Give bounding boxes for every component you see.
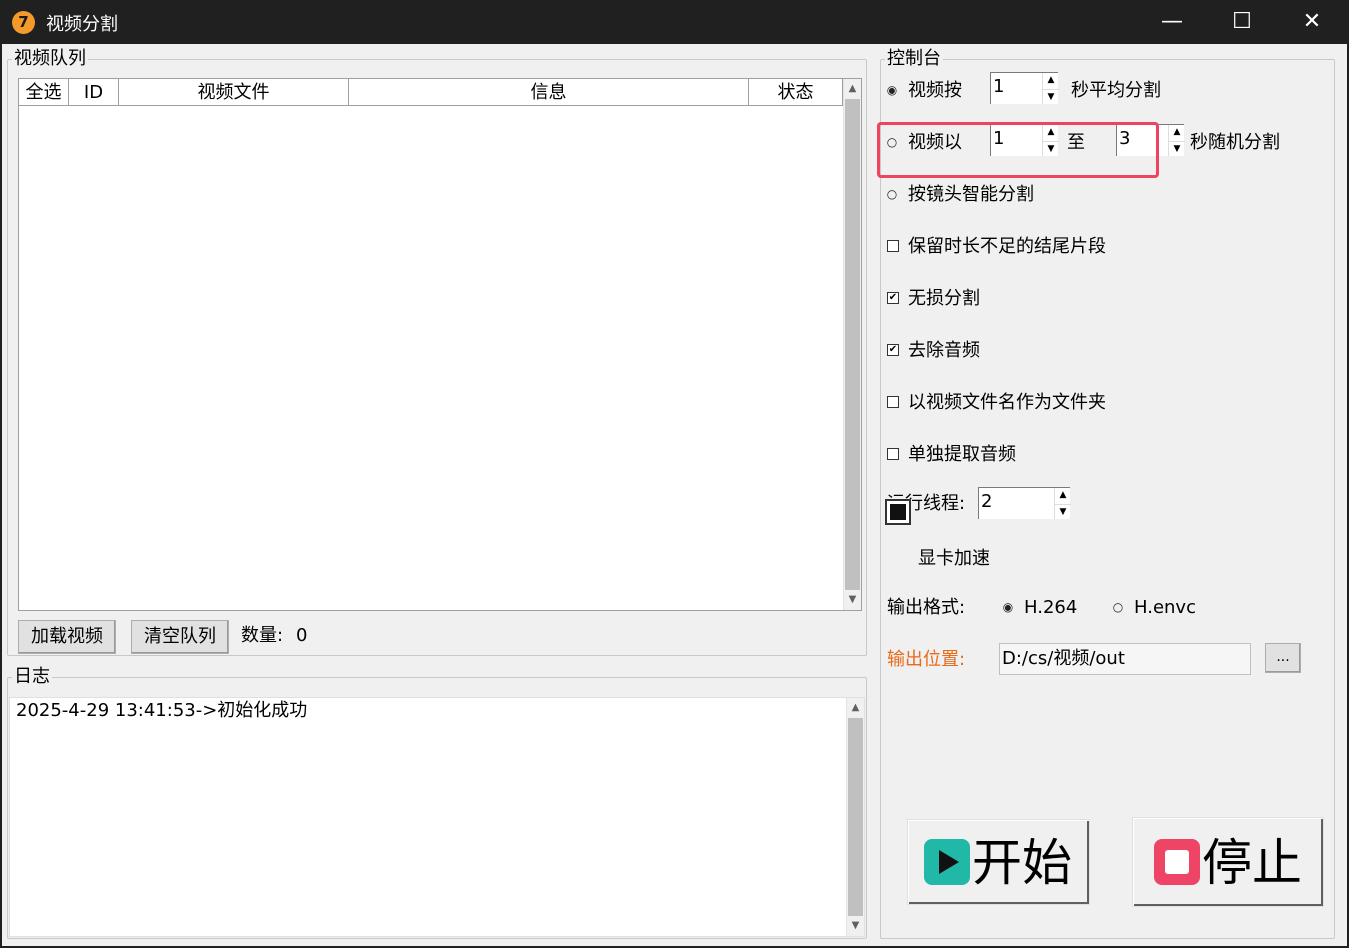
- format-h264-radio[interactable]: ◉: [1002, 601, 1014, 613]
- extract-audio-checkbox[interactable]: [887, 448, 899, 460]
- threads-spinner[interactable]: 2 ▲ ▼: [978, 487, 1071, 520]
- keep-tail-label: 保留时长不足的结尾片段: [908, 236, 1106, 257]
- column-video-file[interactable]: 视频文件: [119, 79, 349, 106]
- gpu-accel-label: 显卡加速: [918, 548, 990, 569]
- video-queue-list[interactable]: 全选 ID 视频文件 信息 状态 ▲ ▼: [18, 78, 862, 611]
- average-seconds-spinner[interactable]: 1 ▲ ▼: [990, 72, 1059, 105]
- window-title: 视频分割: [46, 14, 118, 35]
- stop-label: 停止: [1202, 834, 1302, 892]
- minimize-button[interactable]: —: [1137, 0, 1207, 44]
- remove-audio-label: 去除音频: [908, 340, 980, 361]
- remove-audio-checkbox[interactable]: ✔: [887, 344, 899, 356]
- lossless-label: 无损分割: [908, 288, 980, 309]
- folder-by-name-label: 以视频文件名作为文件夹: [908, 392, 1106, 413]
- spinner-buttons: ▲ ▼: [1054, 488, 1071, 520]
- mode-random-suffix: 秒随机分割: [1190, 132, 1280, 153]
- gpu-accel-checkbox[interactable]: [885, 499, 911, 525]
- count-label: 数量:: [241, 625, 284, 646]
- close-button[interactable]: ✕: [1277, 0, 1347, 44]
- log-line: 2025-4-29 13:41:53->初始化成功: [16, 700, 308, 721]
- spinner-buttons: ▲ ▼: [1168, 125, 1185, 157]
- threads-value: 2: [981, 491, 993, 512]
- queue-group-title: 视频队列: [12, 48, 88, 70]
- spin-down-icon[interactable]: ▼: [1169, 140, 1185, 157]
- control-group-title: 控制台: [885, 48, 943, 70]
- title-bar: 7 视频分割 — ☐ ✕: [0, 0, 1349, 44]
- spin-up-icon[interactable]: ▲: [1055, 488, 1071, 504]
- log-textarea[interactable]: ▲ ▼: [9, 697, 865, 937]
- keep-tail-checkbox[interactable]: [887, 240, 899, 252]
- spinner-buttons: ▲ ▼: [1042, 73, 1059, 105]
- mode-average-prefix: 视频按: [908, 80, 962, 101]
- scroll-down-arrow-icon[interactable]: ▼: [844, 590, 861, 610]
- play-icon: [924, 839, 970, 885]
- count-value: 0: [296, 625, 308, 646]
- load-video-button[interactable]: 加载视频: [18, 620, 116, 654]
- log-scrollbar[interactable]: ▲ ▼: [846, 698, 864, 936]
- output-location-label: 输出位置:: [887, 649, 966, 670]
- spin-down-icon[interactable]: ▼: [1043, 88, 1059, 105]
- format-label: 输出格式:: [887, 597, 966, 618]
- log-scroll-up-icon[interactable]: ▲: [847, 698, 864, 718]
- average-seconds-value: 1: [993, 76, 1005, 97]
- scroll-up-arrow-icon[interactable]: ▲: [844, 79, 861, 99]
- column-info[interactable]: 信息: [349, 79, 749, 106]
- spin-down-icon[interactable]: ▼: [1055, 503, 1071, 520]
- format-henvc-label: H.envc: [1134, 597, 1196, 618]
- log-group-title: 日志: [12, 666, 52, 688]
- start-button[interactable]: 开始: [907, 819, 1090, 905]
- log-scroll-thumb[interactable]: [848, 718, 863, 916]
- mode-average-radio[interactable]: ◉: [886, 84, 898, 96]
- spin-up-icon[interactable]: ▲: [1169, 125, 1185, 141]
- log-scroll-down-icon[interactable]: ▼: [847, 916, 864, 936]
- start-label: 开始: [972, 834, 1072, 892]
- app-icon: 7: [12, 11, 35, 34]
- format-henvc-radio[interactable]: ○: [1112, 601, 1124, 613]
- mode-smart-label: 按镜头智能分割: [908, 184, 1034, 205]
- folder-by-name-checkbox[interactable]: [887, 396, 899, 408]
- clear-queue-button[interactable]: 清空队列: [131, 620, 229, 654]
- spin-up-icon[interactable]: ▲: [1043, 73, 1059, 89]
- queue-scrollbar[interactable]: ▲ ▼: [843, 79, 861, 610]
- extract-audio-label: 单独提取音频: [908, 444, 1016, 465]
- queue-scroll-thumb[interactable]: [845, 99, 860, 590]
- mode-smart-radio[interactable]: ○: [886, 188, 898, 200]
- column-select-all[interactable]: 全选: [19, 79, 69, 106]
- browse-button[interactable]: ...: [1265, 643, 1301, 673]
- highlight-box: [877, 122, 1159, 178]
- mode-average-suffix: 秒平均分割: [1071, 80, 1161, 101]
- column-id[interactable]: ID: [69, 79, 119, 106]
- lossless-checkbox[interactable]: ✔: [887, 292, 899, 304]
- stop-button[interactable]: 停止: [1132, 817, 1324, 907]
- maximize-button[interactable]: ☐: [1207, 0, 1277, 44]
- stop-icon: [1154, 839, 1200, 885]
- column-status[interactable]: 状态: [749, 79, 843, 106]
- format-h264-label: H.264: [1024, 597, 1078, 618]
- output-path-field[interactable]: D:/cs/视频/out: [999, 643, 1251, 675]
